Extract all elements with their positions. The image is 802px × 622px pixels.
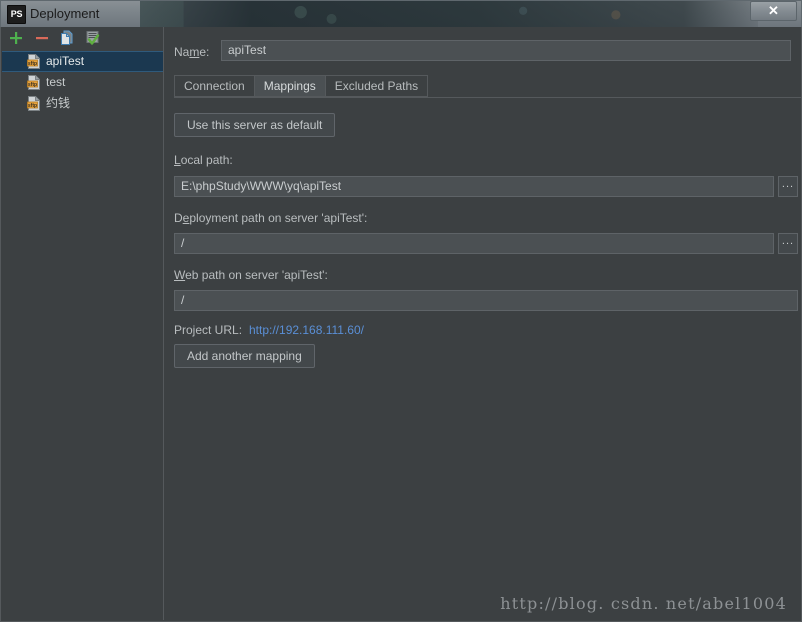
- server-toolbar: [2, 27, 163, 49]
- phpstorm-app-icon: PS: [7, 5, 26, 24]
- close-button[interactable]: ✕: [750, 1, 797, 21]
- deployment-path-label-pre: D: [174, 211, 183, 225]
- local-path-input[interactable]: E:\phpStudy\WWW\yq\apiTest: [174, 176, 774, 197]
- sftp-file-icon: sftp: [27, 54, 41, 69]
- deployment-path-input[interactable]: /: [174, 233, 774, 254]
- window-title: Deployment: [30, 6, 100, 21]
- name-label: Name:: [174, 45, 209, 59]
- local-path-label-mnemonic: L: [174, 153, 181, 167]
- add-server-button[interactable]: [7, 29, 25, 47]
- deployment-path-label: Deployment path on server 'apiTest':: [174, 211, 367, 225]
- deployment-dialog-window: PS Deployment ✕ sftp apiTest sftp test s…: [0, 0, 802, 622]
- project-url-label: Project URL:: [174, 323, 243, 337]
- server-list-item-apitest[interactable]: sftp apiTest: [2, 51, 163, 72]
- svg-text:sftp: sftp: [28, 61, 37, 67]
- remove-server-button[interactable]: [33, 29, 51, 47]
- web-path-input[interactable]: /: [174, 290, 798, 311]
- web-path-label-rest: eb path on server 'apiTest':: [185, 268, 328, 282]
- svg-text:sftp: sftp: [28, 82, 37, 88]
- copy-server-button[interactable]: [58, 29, 76, 47]
- server-item-label: apiTest: [46, 54, 85, 68]
- project-url-link[interactable]: http://192.168.111.60/: [249, 323, 364, 337]
- web-path-label-mnemonic: W: [174, 268, 186, 282]
- tab-excluded-paths[interactable]: Excluded Paths: [324, 75, 429, 97]
- deployment-path-browse-button[interactable]: ...: [778, 233, 798, 254]
- tab-connection[interactable]: Connection: [174, 75, 254, 97]
- sftp-file-icon: sftp: [27, 96, 41, 111]
- name-label-mnemonic: m: [189, 45, 200, 59]
- add-another-mapping-button[interactable]: Add another mapping: [174, 344, 315, 368]
- watermark-text: http://blog. csdn. net/abel1004: [500, 594, 787, 613]
- svg-text:sftp: sftp: [28, 103, 37, 109]
- name-label-pre: Na: [174, 45, 190, 59]
- tab-mappings[interactable]: Mappings: [253, 75, 325, 97]
- server-list: sftp apiTest sftp test sftp 约钱: [2, 51, 163, 114]
- server-list-item-test[interactable]: sftp test: [2, 72, 163, 93]
- local-path-label: Local path:: [174, 153, 233, 167]
- deployment-path-label-rest: ployment path on server 'apiTest':: [189, 211, 368, 225]
- settings-tabs: Connection Mappings Excluded Paths: [174, 75, 429, 97]
- set-default-button[interactable]: [84, 29, 102, 47]
- server-settings-pane: Name: apiTest Connection Mappings Exclud…: [164, 27, 801, 620]
- web-path-label: Web path on server 'apiTest':: [174, 268, 328, 282]
- server-item-label: test: [46, 75, 66, 89]
- server-list-item-yueqian[interactable]: sftp 约钱: [2, 93, 163, 114]
- name-input[interactable]: apiTest: [221, 40, 791, 61]
- local-path-browse-button[interactable]: ...: [778, 176, 798, 197]
- server-item-label: 约钱: [46, 96, 71, 110]
- title-bar: PS Deployment ✕: [0, 0, 802, 27]
- use-server-as-default-button[interactable]: Use this server as default: [174, 113, 336, 137]
- tabs-underline: [174, 97, 801, 98]
- dialog-body: sftp apiTest sftp test sftp 约钱 Name: api…: [0, 27, 802, 622]
- sftp-file-icon: sftp: [27, 75, 41, 90]
- name-label-rest: e:: [199, 45, 210, 59]
- local-path-label-rest: ocal path:: [180, 153, 233, 167]
- server-list-pane: sftp apiTest sftp test sftp 约钱: [2, 27, 163, 620]
- background-ide-bleed: [140, 0, 758, 27]
